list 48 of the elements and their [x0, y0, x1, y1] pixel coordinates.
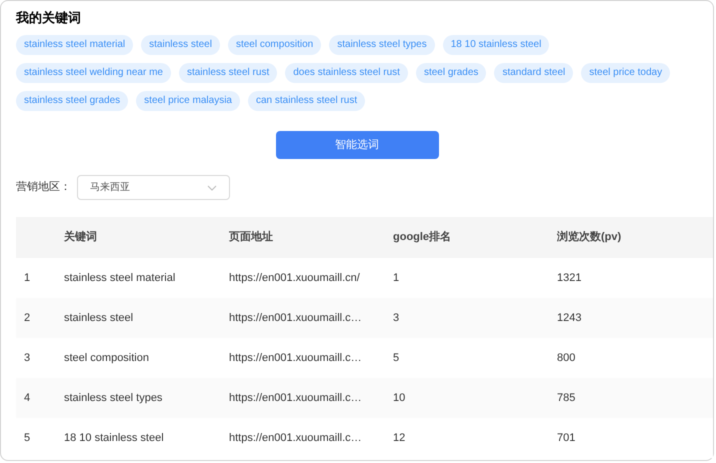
keyword-tag: stainless steel types: [329, 35, 435, 55]
keyword-tag: stainless steel: [141, 35, 220, 55]
region-select[interactable]: 马来西亚: [77, 175, 230, 200]
table-cell: 3: [393, 312, 400, 324]
table-cell: 800: [557, 352, 576, 364]
keyword-tag: standard steel: [494, 63, 574, 83]
table-cell: 1321: [557, 272, 582, 284]
table-cell: 1243: [557, 312, 582, 324]
table-cell: 1: [24, 272, 30, 284]
table-cell: stainless steel: [64, 312, 134, 324]
table-cell: 4: [24, 392, 30, 404]
table-cell: 701: [557, 432, 576, 444]
table-cell: steel composition: [64, 352, 149, 364]
keyword-tag: stainless steel material: [16, 35, 134, 55]
keyword-tag: steel grades: [416, 63, 486, 83]
table-cell: 10: [393, 392, 406, 404]
keyword-tag: steel price malaysia: [136, 91, 240, 111]
table-cell: 785: [557, 392, 576, 404]
keyword-tag: 18 10 stainless steel: [442, 35, 550, 55]
section-title: 我的关键词: [16, 9, 82, 27]
keyword-tag: can stainless steel rust: [248, 91, 366, 111]
table-cell: https://en001.xuoumaill.c…: [229, 312, 362, 324]
table-cell: https://en001.xuoumaill.c…: [229, 392, 362, 404]
table-cell: 3: [24, 352, 30, 364]
column-header: 浏览次数(pv): [557, 231, 622, 244]
table-cell: stainless steel types: [64, 392, 162, 404]
table-cell: 5: [393, 352, 400, 364]
table-cell: 2: [24, 312, 30, 324]
keyword-tag: stainless steel welding near me: [16, 63, 171, 83]
column-header: google排名: [393, 231, 452, 244]
keyword-tag: steel composition: [228, 35, 322, 55]
table-cell: 18 10 stainless steel: [64, 432, 164, 444]
smart-select-button[interactable]: 智能选词: [276, 131, 438, 159]
table-cell: 12: [393, 432, 406, 444]
table-cell: https://en001.xuoumaill.c…: [229, 432, 362, 444]
column-header: 关键词: [64, 231, 97, 244]
table-cell: 5: [24, 432, 30, 444]
chevron-down-icon: [207, 184, 217, 190]
region-label: 营销地区：: [16, 180, 71, 196]
table-cell: https://en001.xuoumaill.c…: [229, 352, 362, 364]
table-cell: https://en001.xuoumaill.cn/: [229, 272, 360, 284]
table-cell: 1: [393, 272, 400, 284]
keyword-tag: stainless steel rust: [178, 63, 278, 83]
keyword-tag: stainless steel grades: [16, 91, 128, 111]
keyword-tag: steel price today: [581, 63, 670, 83]
keyword-tag: does stainless steel rust: [285, 63, 408, 83]
column-header: 页面地址: [229, 231, 273, 244]
table-cell: stainless steel material: [64, 272, 176, 284]
